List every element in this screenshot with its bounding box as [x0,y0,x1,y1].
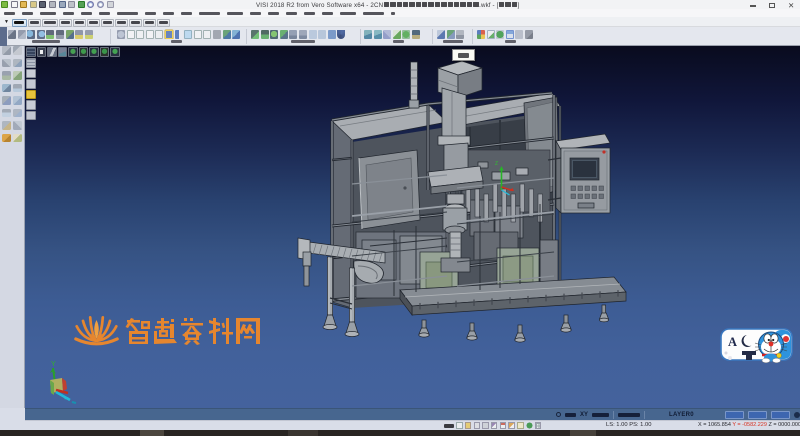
svg-text:Z: Z [495,161,498,167]
svg-text:A: A [728,335,737,349]
svg-text:Y: Y [51,361,56,368]
